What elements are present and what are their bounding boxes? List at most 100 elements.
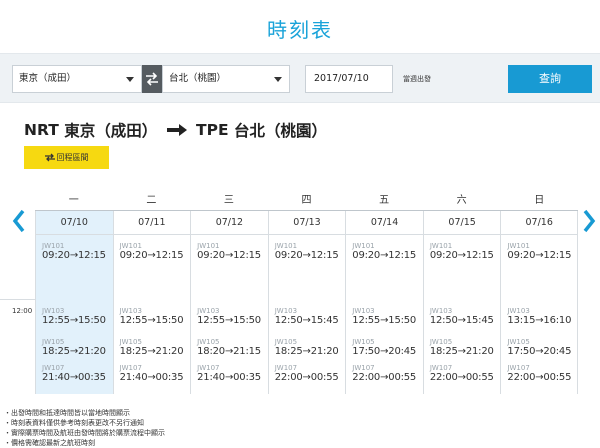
previous-week-arrow-icon[interactable] (12, 209, 26, 233)
flight-time: 18:20→21:15 (197, 346, 261, 357)
flight-number: JW107 (119, 364, 142, 372)
flight-time: 18:25→21:20 (429, 346, 494, 357)
note-line: ・實際購票時間及航班由發時間將於購票流程中顯示 (4, 429, 165, 437)
next-week-arrow-icon[interactable] (582, 209, 596, 233)
flight-time: 22:00→00:55 (274, 372, 339, 383)
flight-number: JW105 (507, 338, 530, 346)
date-input[interactable]: 2017/07/10 (305, 65, 393, 93)
flight-time: 22:00→00:55 (429, 372, 494, 383)
flight-entry[interactable]: JW105 18:25→21:20 (275, 338, 339, 358)
return-button[interactable]: 回程區間 (24, 146, 109, 169)
flight-time: 21:40→00:35 (42, 372, 106, 383)
flight-number: JW105 (429, 338, 453, 346)
week-departure-label: 當週出發 (403, 75, 431, 83)
flight-number: JW103 (429, 307, 453, 315)
flight-time: 12:55→15:50 (119, 315, 184, 326)
origin-select[interactable]: 東京（成田） (12, 65, 142, 93)
flight-number: JW107 (274, 364, 298, 372)
flight-number: JW107 (197, 364, 220, 372)
destination-code: TPE (196, 121, 229, 139)
flight-entry[interactable]: JW103 12:55→15:50 (352, 307, 416, 327)
note-line: ・時刻表資料僅供參考時刻表更改不另行通知 (4, 419, 144, 427)
flight-entry[interactable]: JW107 21:40→00:35 (120, 364, 184, 384)
day-column: 07/14 JW101 09:20→12:15 JW103 12:55→15:50 JW1… (345, 211, 423, 394)
flight-entry[interactable]: JW103 13:15→16:10 (507, 307, 571, 327)
flight-entry[interactable]: JW107 21:40→00:35 (42, 364, 106, 384)
flight-number: JW103 (119, 307, 142, 315)
flight-number: JW103 (42, 307, 65, 315)
flight-number: JW103 (352, 307, 375, 315)
flight-time: 09:20→12:15 (274, 250, 339, 261)
flight-number: JW103 (197, 307, 220, 315)
flight-time: 13:15→16:10 (507, 315, 572, 326)
flight-entry[interactable]: JW107 22:00→00:55 (352, 364, 416, 384)
chevron-down-icon (126, 77, 134, 82)
flight-entry[interactable]: JW107 22:00→00:55 (430, 364, 494, 384)
flight-time: 12:55→15:50 (197, 315, 261, 326)
flight-entry[interactable]: JW103 12:50→15:45 (275, 307, 339, 327)
flight-number: JW105 (119, 338, 142, 346)
flight-number: JW105 (274, 338, 298, 346)
day-date: 07/15 (423, 211, 501, 235)
flight-number: JW101 (119, 242, 142, 250)
flight-number: JW101 (352, 242, 375, 250)
flight-entry[interactable]: JW105 18:25→21:20 (120, 338, 184, 358)
flight-entry[interactable]: JW105 18:25→21:20 (430, 338, 494, 358)
flight-entry[interactable]: JW103 12:50→15:45 (430, 307, 494, 327)
flight-entry[interactable]: JW107 22:00→00:55 (507, 364, 571, 384)
notes: ・出發時間和抵達時間皆以當地時間顯示 ・時刻表資料僅供參考時刻表更改不另行通知 ・實… (4, 408, 165, 448)
origin-code: NRT (24, 121, 59, 139)
day-date: 07/13 (268, 211, 346, 235)
flight-time: 09:20→12:15 (429, 250, 494, 261)
flight-number: JW105 (42, 338, 65, 346)
weekday-label: 一 (68, 195, 79, 206)
origin-select-value: 東京（成田） (19, 73, 77, 84)
day-column: 07/16 JW101 09:20→12:15 JW103 13:15→16:10 JW1… (500, 211, 578, 394)
weekday-label: 四 (301, 195, 312, 206)
return-button-label: 回程區間 (56, 153, 89, 162)
flight-number: JW105 (197, 338, 220, 346)
flight-entry[interactable]: JW105 18:25→21:20 (42, 338, 106, 358)
flight-number: JW107 (42, 364, 65, 372)
arrow-right-icon (166, 124, 187, 136)
flight-entry[interactable]: JW101 09:20→12:15 (42, 242, 106, 262)
flight-entry[interactable]: JW101 09:20→12:15 (197, 242, 261, 262)
flight-number: JW101 (429, 242, 453, 250)
search-button[interactable]: 查詢 (508, 65, 592, 93)
flight-time: 22:00→00:55 (507, 372, 572, 383)
flight-entry[interactable]: JW107 22:00→00:55 (275, 364, 339, 384)
day-column: 07/11 JW101 09:20→12:15 JW103 12:55→15:50 JW1… (112, 211, 191, 394)
flight-time: 18:25→21:20 (42, 346, 106, 357)
weekday-label: 三 (223, 195, 234, 206)
flight-time: 21:40→00:35 (197, 372, 261, 383)
note-line: ・價格需確認最新之航班時刻 (4, 439, 95, 447)
flight-time: 12:50→15:45 (429, 315, 494, 326)
swap-button[interactable] (142, 65, 162, 93)
origin-name: 東京（成田） (64, 122, 158, 140)
flight-entry[interactable]: JW105 18:20→21:15 (197, 338, 261, 358)
flight-entry[interactable]: JW103 12:55→15:50 (120, 307, 184, 327)
flight-number: JW101 (507, 242, 530, 250)
swap-icon (44, 153, 55, 162)
flight-entry[interactable]: JW101 09:20→12:15 (352, 242, 416, 262)
flight-entry[interactable]: JW107 21:40→00:35 (197, 364, 261, 384)
flight-time: 12:55→15:50 (42, 315, 106, 326)
day-column: 07/13 JW101 09:20→12:15 JW103 12:50→15:45 JW1… (267, 211, 346, 394)
flight-time: 09:20→12:15 (507, 250, 572, 261)
flight-time: 09:20→12:15 (352, 250, 417, 261)
flight-entry[interactable]: JW101 09:20→12:15 (430, 242, 494, 262)
flight-entry[interactable]: JW103 12:55→15:50 (197, 307, 261, 327)
flight-entry[interactable]: JW105 17:50→20:45 (352, 338, 416, 358)
noon-line (0, 299, 35, 300)
flight-entry[interactable]: JW101 09:20→12:15 (507, 242, 571, 262)
flight-number: JW103 (274, 307, 298, 315)
destination-select[interactable]: 台北（桃園） (162, 65, 290, 93)
flight-entry[interactable]: JW105 17:50→20:45 (507, 338, 571, 358)
flight-time: 17:50→20:45 (352, 346, 417, 357)
flight-number: JW101 (197, 242, 220, 250)
flight-entry[interactable]: JW101 09:20→12:15 (120, 242, 184, 262)
chevron-down-icon (274, 77, 282, 82)
search-bar: 東京（成田） 台北（桃園） 2017/07/10 當週出發 查詢 (0, 53, 600, 103)
flight-entry[interactable]: JW101 09:20→12:15 (275, 242, 339, 262)
flight-entry[interactable]: JW103 12:55→15:50 (42, 307, 106, 327)
